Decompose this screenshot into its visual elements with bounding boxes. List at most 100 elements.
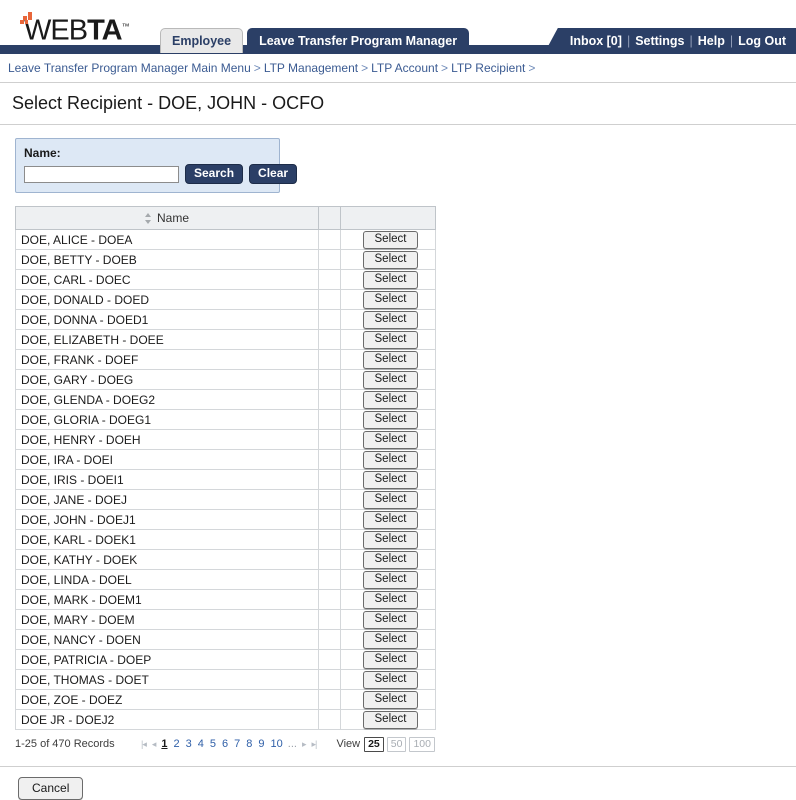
pagination-page-10[interactable]: 10 <box>270 738 284 750</box>
select-button[interactable]: Select <box>362 610 419 629</box>
sort-arrows-icon[interactable] <box>144 213 152 224</box>
table-row: DOE, BETTY - DOEB Select <box>15 249 436 270</box>
select-button[interactable]: Select <box>362 270 419 289</box>
cell-select-action: Select <box>340 349 436 370</box>
table-row: DOE, GLORIA - DOEG1 Select <box>15 409 436 430</box>
cell-select-action: Select <box>340 589 436 610</box>
breadcrumb-trailing-separator: > <box>528 61 536 75</box>
table-row: DOE, ZOE - DOEZ Select <box>15 689 436 710</box>
select-button[interactable]: Select <box>362 650 419 669</box>
cell-spacer <box>318 649 341 670</box>
cell-spacer <box>318 289 341 310</box>
select-button[interactable]: Select <box>362 690 419 709</box>
select-button[interactable]: Select <box>362 450 419 469</box>
breadcrumb-item-ltp-recipient[interactable]: LTP Recipient <box>451 61 525 75</box>
nav-inbox-link[interactable]: Inbox [0] <box>570 34 622 48</box>
cell-recipient-name: DOE, NANCY - DOEN <box>15 629 319 650</box>
pagination-page-4[interactable]: 4 <box>197 738 205 750</box>
nav-log-out-link[interactable]: Log Out <box>738 34 786 48</box>
pagination-page-9[interactable]: 9 <box>257 738 265 750</box>
tab-employee[interactable]: Employee <box>160 28 244 53</box>
view-option-25[interactable]: 25 <box>364 736 384 752</box>
select-button[interactable]: Select <box>362 710 419 729</box>
select-button[interactable]: Select <box>362 390 419 409</box>
cell-spacer <box>318 489 341 510</box>
pagination-prev-icon[interactable]: ◂ <box>151 739 157 750</box>
pagination-first-icon[interactable]: |◂ <box>140 739 147 750</box>
nav-settings-link[interactable]: Settings <box>635 34 684 48</box>
pagination-next-icon[interactable]: ▸ <box>301 739 307 750</box>
select-button[interactable]: Select <box>362 230 419 249</box>
cell-select-action: Select <box>340 449 436 470</box>
table-row: DOE, KATHY - DOEK Select <box>15 549 436 570</box>
table-row: DOE, CARL - DOEC Select <box>15 269 436 290</box>
cell-recipient-name: DOE, DONALD - DOED <box>15 289 319 310</box>
breadcrumb-item-ltp-management[interactable]: LTP Management <box>264 61 358 75</box>
table-row: DOE, GARY - DOEG Select <box>15 369 436 390</box>
breadcrumb-item-main-menu[interactable]: Leave Transfer Program Manager Main Menu <box>8 61 251 75</box>
search-button[interactable]: Search <box>185 164 244 184</box>
table-row: DOE JR - DOEJ2 Select <box>15 709 436 730</box>
cell-spacer <box>318 449 341 470</box>
footer-actions: Cancel <box>0 767 796 800</box>
select-button[interactable]: Select <box>362 510 419 529</box>
select-button[interactable]: Select <box>362 570 419 589</box>
cell-select-action: Select <box>340 529 436 550</box>
select-button[interactable]: Select <box>362 250 419 269</box>
select-button[interactable]: Select <box>362 330 419 349</box>
cell-select-action: Select <box>340 509 436 530</box>
view-option-50[interactable]: 50 <box>386 736 407 752</box>
select-button[interactable]: Select <box>362 310 419 329</box>
column-header-name[interactable]: Name <box>15 206 319 230</box>
select-button[interactable]: Select <box>362 290 419 309</box>
cell-recipient-name: DOE, JOHN - DOEJ1 <box>15 509 319 530</box>
pagination-page-7[interactable]: 7 <box>233 738 241 750</box>
select-button[interactable]: Select <box>362 490 419 509</box>
tab-leave-transfer-program-manager[interactable]: Leave Transfer Program Manager <box>247 28 470 53</box>
cell-select-action: Select <box>340 649 436 670</box>
column-header-select <box>340 206 436 230</box>
table-row: DOE, FRANK - DOEF Select <box>15 349 436 370</box>
select-button[interactable]: Select <box>362 350 419 369</box>
select-button[interactable]: Select <box>362 530 419 549</box>
cell-spacer <box>318 689 341 710</box>
breadcrumb-separator: > <box>361 61 369 75</box>
pagination-page-3[interactable]: 3 <box>185 738 193 750</box>
cell-select-action: Select <box>340 369 436 390</box>
results-table-wrapper: Name DOE, ALICE - DOEA Select DOE, BETTY -… <box>15 206 436 730</box>
user-nav: Inbox [0] | Settings | Help | Log Out <box>543 28 796 54</box>
cell-spacer <box>318 329 341 350</box>
nav-help-link[interactable]: Help <box>698 34 725 48</box>
pagination-last-icon[interactable]: ▸| <box>310 739 317 750</box>
table-row: DOE, THOMAS - DOET Select <box>15 669 436 690</box>
breadcrumb-item-ltp-account[interactable]: LTP Account <box>371 61 438 75</box>
select-button[interactable]: Select <box>362 590 419 609</box>
cell-select-action: Select <box>340 549 436 570</box>
cell-select-action: Select <box>340 569 436 590</box>
cell-recipient-name: DOE, CARL - DOEC <box>15 269 319 290</box>
pagination-page-2[interactable]: 2 <box>173 738 181 750</box>
pagination-page-6[interactable]: 6 <box>221 738 229 750</box>
select-button[interactable]: Select <box>362 630 419 649</box>
pagination-page-1[interactable]: 1 <box>160 738 168 750</box>
search-name-label: Name: <box>24 146 61 160</box>
pagination-page-5[interactable]: 5 <box>209 738 217 750</box>
select-button[interactable]: Select <box>362 550 419 569</box>
select-button[interactable]: Select <box>362 670 419 689</box>
select-button[interactable]: Select <box>362 430 419 449</box>
clear-button[interactable]: Clear <box>249 164 298 184</box>
select-button[interactable]: Select <box>362 410 419 429</box>
cancel-button[interactable]: Cancel <box>18 777 84 800</box>
app-header: WEBTA™ Employee Leave Transfer Program M… <box>0 0 796 54</box>
search-controls-row: Search Clear <box>24 164 298 184</box>
pagination-page-8[interactable]: 8 <box>245 738 253 750</box>
search-input[interactable] <box>24 165 179 183</box>
cell-select-action: Select <box>340 389 436 410</box>
table-row: DOE, MARY - DOEM Select <box>15 609 436 630</box>
view-option-100[interactable]: 100 <box>409 736 435 752</box>
table-row: DOE, IRIS - DOEI1 Select <box>15 469 436 490</box>
select-button[interactable]: Select <box>362 470 419 489</box>
cell-recipient-name: DOE, MARK - DOEM1 <box>15 589 319 610</box>
page-links: |◂ ◂ 1 2 3 4 5 6 7 8 9 10... ▸ ▸| <box>135 738 336 750</box>
select-button[interactable]: Select <box>362 370 419 389</box>
